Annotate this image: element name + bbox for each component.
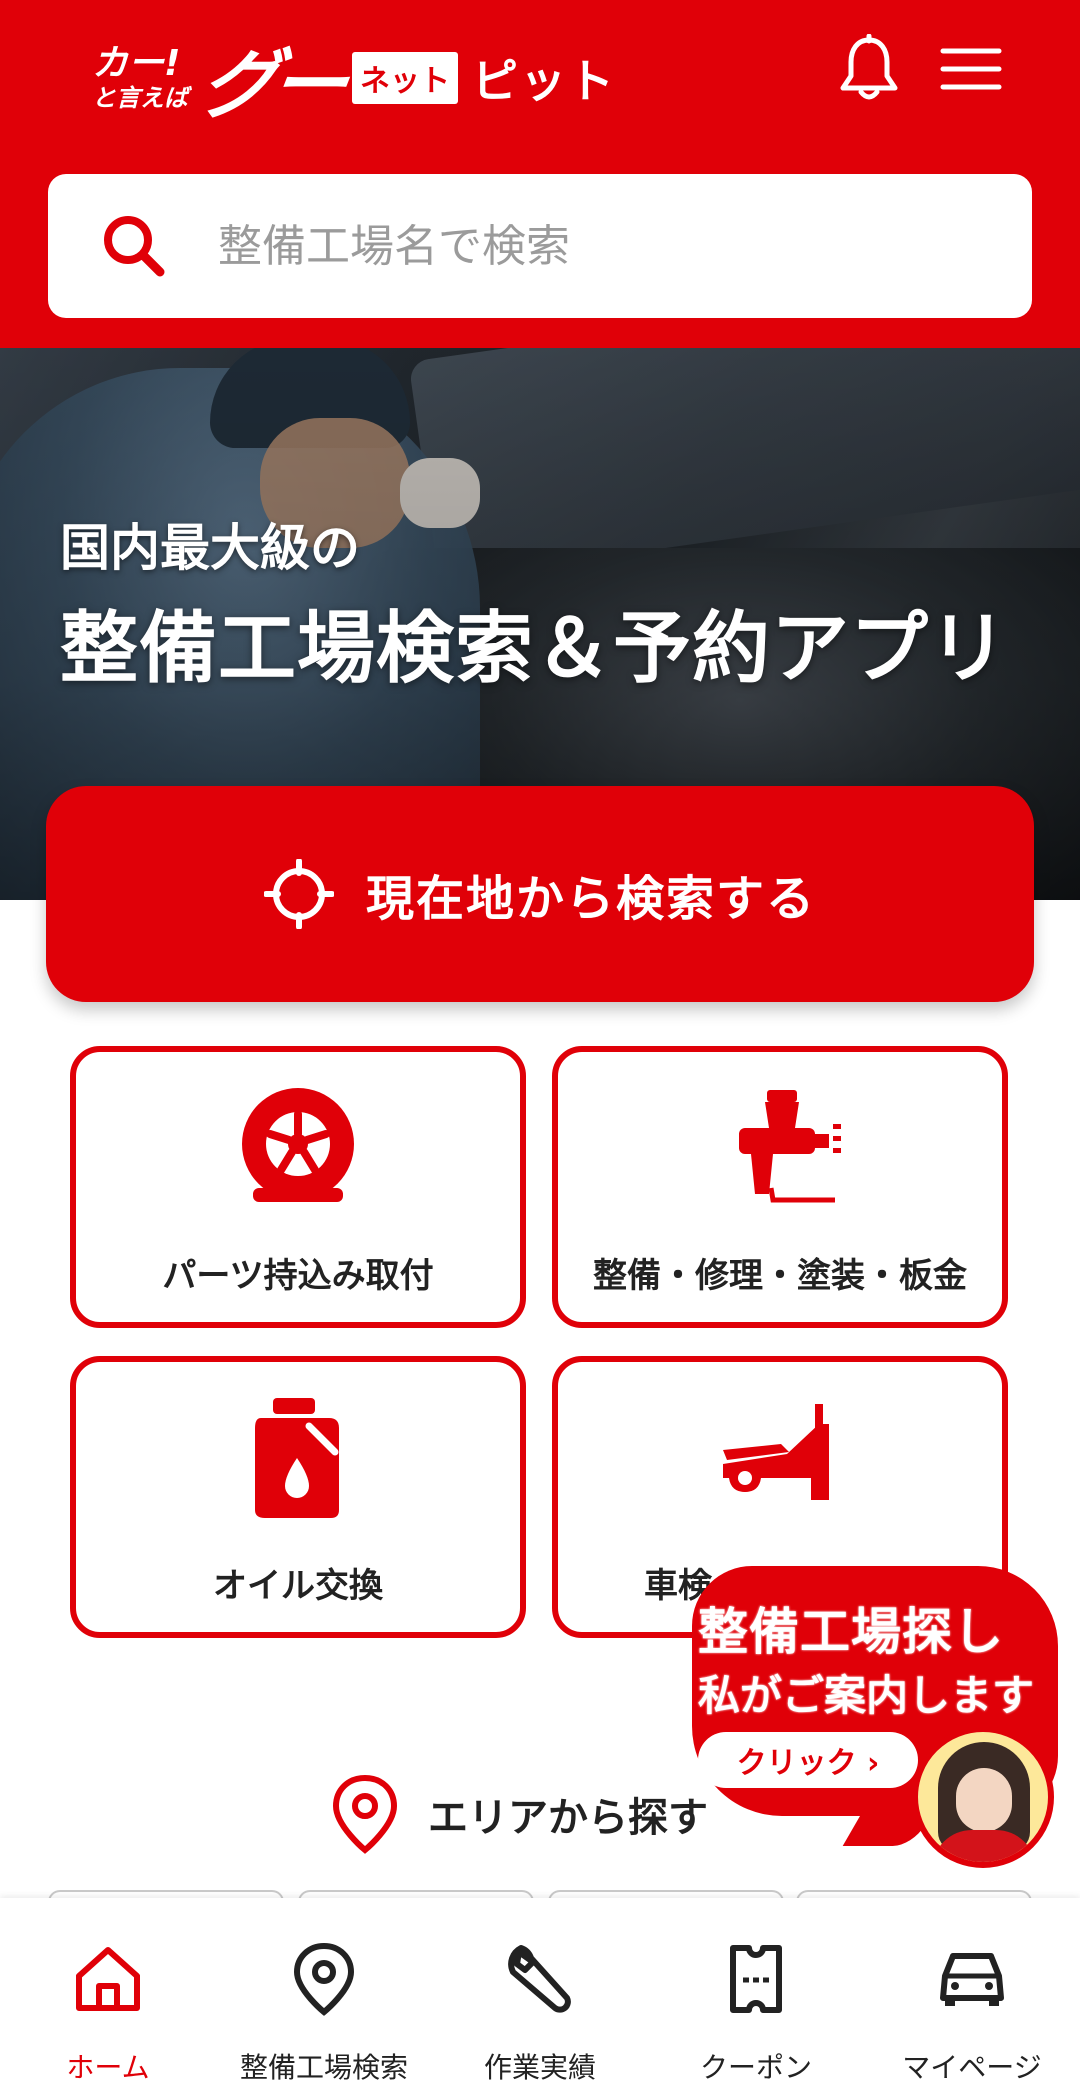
map-pin-icon <box>332 1774 398 1854</box>
area-search-heading[interactable]: エリアから探す <box>330 1774 708 1854</box>
logo-product: ピット <box>472 54 616 108</box>
nav-home[interactable]: ホーム <box>0 1898 216 2097</box>
category-maintenance-repair[interactable]: 整備・修理・塗装・板金 <box>552 1046 1008 1328</box>
nav-label: ホーム <box>66 2051 150 2084</box>
category-label: パーツ持込み取付 <box>162 1256 434 1296</box>
category-label: 整備・修理・塗装・板金 <box>593 1256 967 1296</box>
oil-can-icon <box>255 1398 339 1518</box>
car-icon <box>940 1953 1004 2006</box>
category-oil-change[interactable]: オイル交換 <box>70 1356 526 1638</box>
logo-tagline-line2: と言えば <box>92 84 188 112</box>
hero-title: 整備工場検索＆予約アプリ <box>60 604 1009 694</box>
search-input[interactable] <box>218 204 998 288</box>
guide-line1: 整備工場探し <box>698 1603 1004 1661</box>
car-hood-open-icon <box>723 1404 829 1500</box>
nav-label: 作業実績 <box>483 2051 596 2084</box>
nav-work-records[interactable]: 作業実績 <box>432 1898 648 2097</box>
search-current-location-label: 現在地から検索する <box>365 871 816 927</box>
logo-brand: グー <box>194 40 348 129</box>
notification-button[interactable] <box>834 34 904 104</box>
map-pin-icon <box>293 1942 355 2016</box>
avatar-face <box>956 1768 1012 1832</box>
menu-button[interactable] <box>936 34 1006 104</box>
logo-net: ネット <box>352 52 458 104</box>
guide-line2: 私がご案内します <box>698 1671 1035 1720</box>
tire-icon <box>242 1088 354 1202</box>
hero-subtitle: 国内最大級の <box>60 519 360 577</box>
home-icon <box>76 1947 140 2011</box>
category-label: オイル交換 <box>213 1566 383 1606</box>
search-current-location-button[interactable]: 現在地から検索する <box>46 786 1034 1002</box>
nav-label: マイページ <box>902 2051 1042 2084</box>
logo-tagline: カー! と言えば <box>92 43 188 112</box>
menu-icon <box>940 48 1002 90</box>
search-bar[interactable] <box>48 174 1032 318</box>
logo-tagline-line1: カー! <box>92 43 181 84</box>
category-parts-install[interactable]: パーツ持込み取付 <box>70 1046 526 1328</box>
bell-icon <box>840 34 898 100</box>
guide-click-label: クリック › <box>736 1746 880 1781</box>
nav-coupon[interactable]: クーポン <box>648 1898 864 2097</box>
goo-net-pit-logo[interactable]: カー! と言えば グー ネット ピット <box>92 38 616 129</box>
app-header: カー! と言えば グー ネット ピット <box>0 0 1080 348</box>
area-search-label: エリアから探す <box>428 1795 708 1841</box>
guide-assistant-banner[interactable]: 整備工場探し 私がご案内します クリック › <box>680 1566 1060 1876</box>
guide-click-button[interactable]: クリック › <box>698 1732 918 1788</box>
nav-shop-search[interactable]: 整備工場検索 <box>216 1898 432 2097</box>
crosshair-icon <box>263 859 334 929</box>
nav-label: クーポン <box>699 2051 812 2084</box>
search-icon <box>104 216 165 277</box>
coupon-icon <box>730 1945 782 2013</box>
wrench-icon <box>508 1945 571 2013</box>
bottom-navigation: ホーム 整備工場検索 作業実績 クーポン マイページ <box>0 1898 1080 2097</box>
nav-label: 整備工場検索 <box>239 2051 408 2084</box>
spray-gun-icon <box>739 1090 841 1203</box>
nav-mypage[interactable]: マイページ <box>864 1898 1080 2097</box>
guide-avatar <box>912 1726 1054 1868</box>
